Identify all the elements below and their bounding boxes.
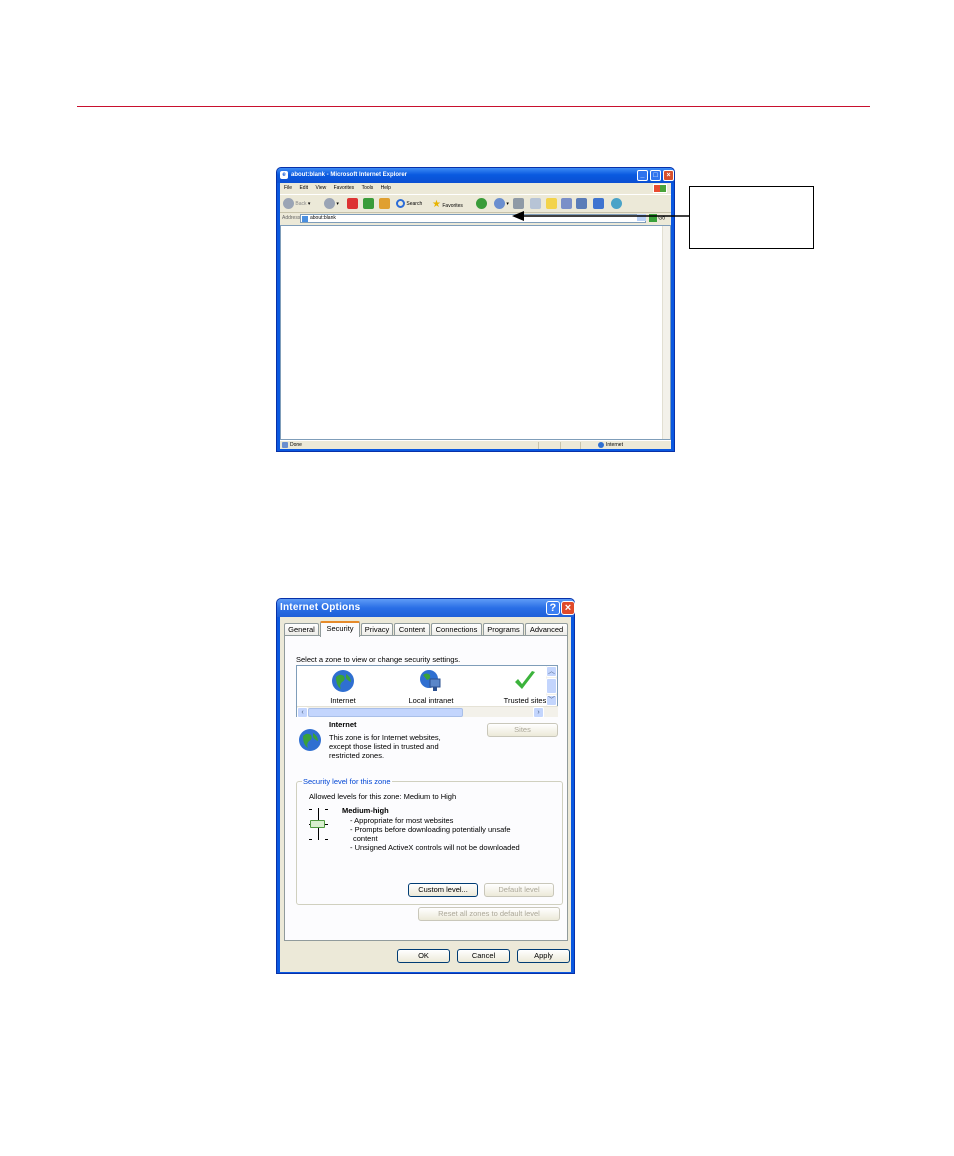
level-name: Medium-high [342, 806, 389, 815]
selected-zone-globe-icon [299, 729, 321, 751]
zone-internet[interactable]: Internet [313, 669, 373, 705]
scroll-down-icon[interactable]: ﹀ [546, 695, 557, 706]
slider-tick [325, 809, 328, 810]
dialog-title-bar: Internet Options ? × [277, 599, 575, 617]
level-bullet: content [353, 834, 378, 843]
scroll-thumb[interactable] [546, 678, 557, 694]
custom-level-button[interactable]: Custom level... [408, 883, 478, 897]
reset-all-zones-button[interactable]: Reset all zones to default level [418, 907, 560, 921]
callout-arrow [512, 211, 689, 221]
close-icon[interactable]: × [561, 601, 575, 615]
status-zone: Internet [598, 441, 623, 450]
dialog-title: Internet Options [280, 602, 361, 613]
slider-tick [325, 839, 328, 840]
scroll-right-icon[interactable]: › [533, 707, 544, 718]
status-separator [580, 442, 581, 449]
allowed-levels-text: Allowed levels for this zone: Medium to … [309, 792, 457, 801]
scroll-left-icon[interactable]: ‹ [297, 707, 308, 718]
selected-zone-name: Internet [329, 720, 357, 729]
security-level-group: Security level for this zone Allowed lev… [296, 777, 563, 905]
tab-security[interactable]: Security [320, 621, 360, 637]
level-bullet: - Unsigned ActiveX controls will not be … [350, 843, 520, 852]
status-bar: Done Internet [280, 440, 671, 449]
zone-description-line: This zone is for Internet websites, [329, 733, 441, 742]
level-bullet: - Appropriate for most websites [350, 816, 454, 825]
zone-description-line: restricted zones. [329, 751, 385, 760]
cancel-button[interactable]: Cancel [457, 949, 510, 963]
zone-trusted-sites[interactable]: Trusted sites [489, 669, 549, 705]
zone-local-intranet[interactable]: Local intranet [401, 669, 461, 705]
slider-tick [309, 839, 312, 840]
status-separator [538, 442, 539, 449]
sites-button[interactable]: Sites [487, 723, 558, 737]
help-icon[interactable]: ? [546, 601, 560, 615]
dialog-body: General Security Privacy Content Connect… [280, 617, 571, 972]
apply-button[interactable]: Apply [517, 949, 570, 963]
globe-icon [332, 670, 354, 692]
intranet-icon [420, 670, 441, 691]
security-slider-thumb[interactable] [310, 820, 325, 828]
horizontal-scroll-thumb[interactable] [308, 708, 463, 717]
slider-tick [325, 824, 328, 825]
zone-description-line: except those listed in trusted and [329, 742, 439, 751]
status-text: Done [282, 441, 302, 450]
internet-options-dialog: Internet Options ? × General Security Pr… [276, 598, 575, 974]
security-panel: Select a zone to view or change security… [284, 635, 568, 941]
zone-label-local-intranet: Local intranet [408, 696, 454, 705]
zone-label-internet: Internet [330, 696, 356, 705]
page-status-icon [282, 441, 288, 448]
security-level-label: Security level for this zone [302, 777, 392, 786]
level-bullet: - Prompts before downloading potentially… [350, 825, 511, 834]
select-zone-text: Select a zone to view or change security… [296, 655, 461, 664]
default-level-button[interactable]: Default level [484, 883, 554, 897]
globe-icon [598, 441, 604, 448]
ok-button[interactable]: OK [397, 949, 450, 963]
zone-list[interactable]: Internet Local intranet Trusted sites ︿ … [296, 665, 558, 718]
slider-tick [309, 809, 312, 810]
status-separator [560, 442, 561, 449]
scroll-up-icon[interactable]: ︿ [546, 666, 557, 677]
checkmark-icon [515, 671, 535, 689]
zone-vertical-scrollbar[interactable]: ︿ ﹀ [546, 666, 557, 706]
zone-horizontal-scrollbar[interactable]: ‹ › [297, 706, 558, 718]
